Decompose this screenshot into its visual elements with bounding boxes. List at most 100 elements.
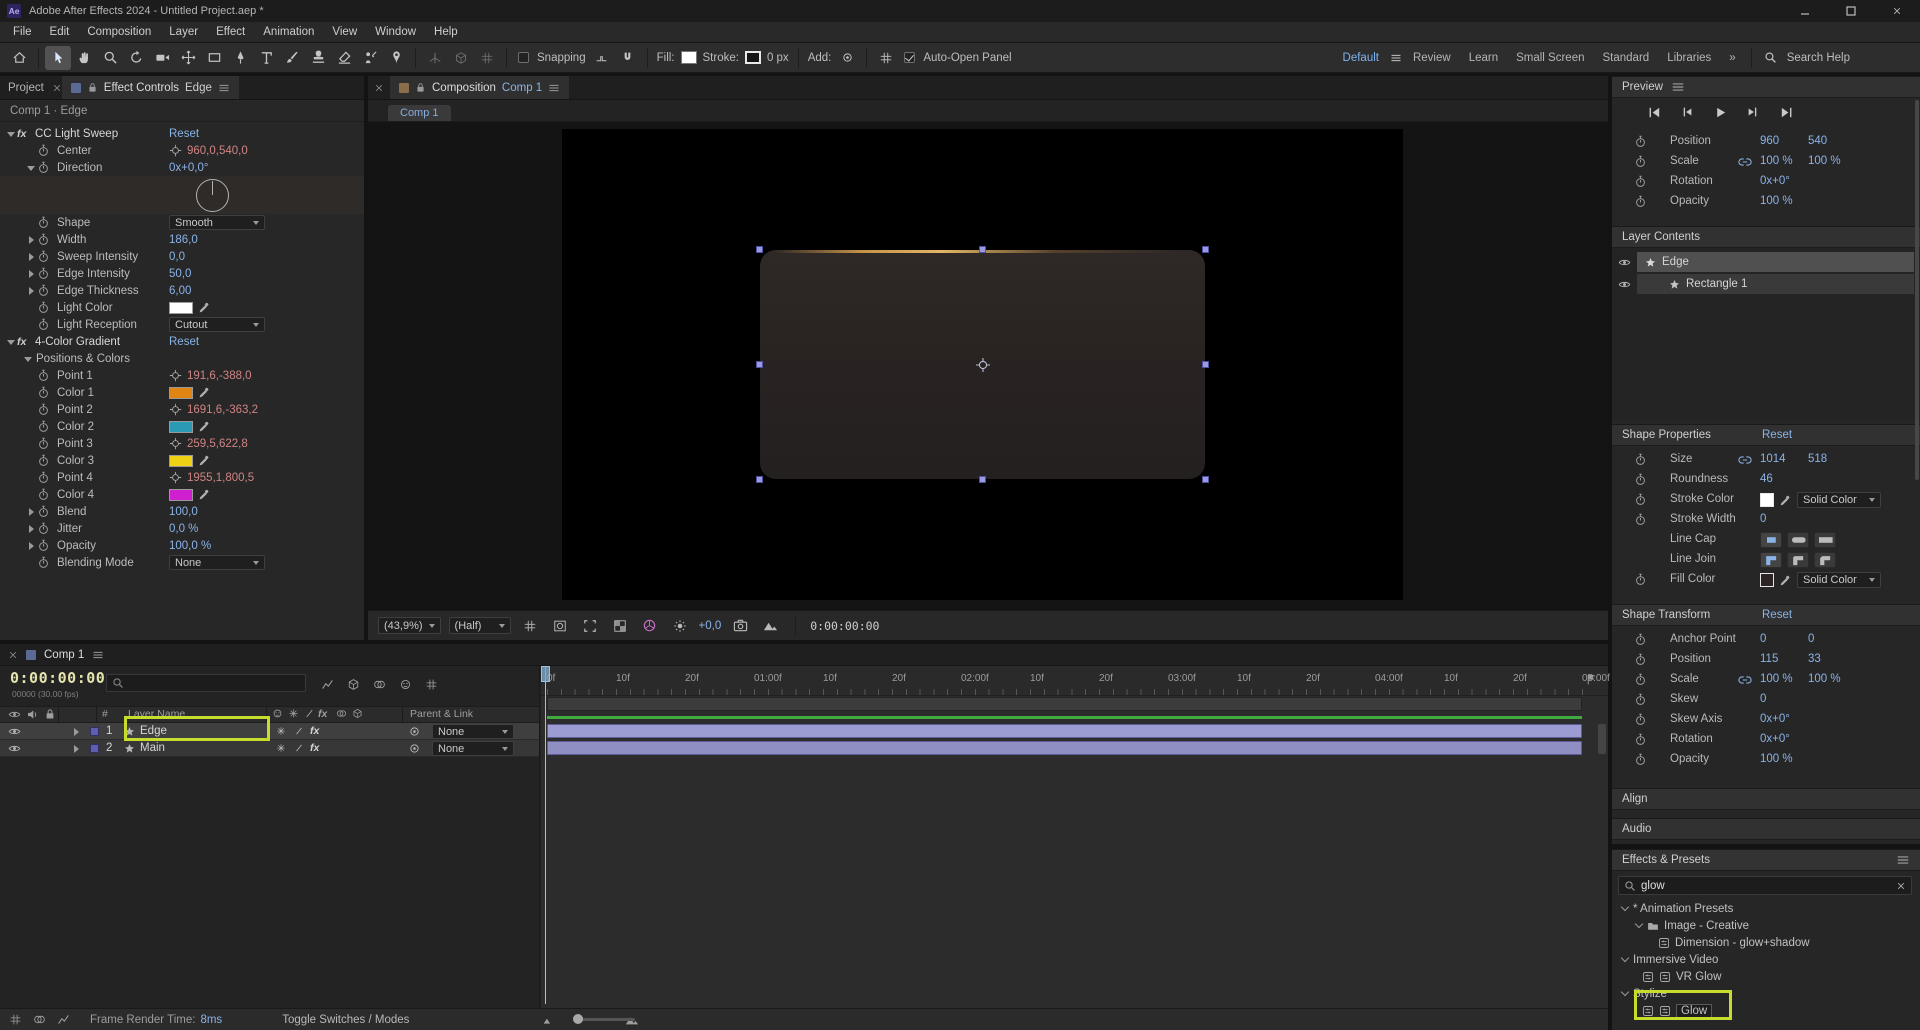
pen-tool[interactable] — [227, 46, 253, 70]
add-pickwhip-icon[interactable] — [834, 46, 860, 70]
property-row-light-reception[interactable]: Light Reception Cutout — [0, 316, 364, 333]
channel-color-management-icon[interactable] — [639, 616, 661, 636]
zoom-out-mountains-icon[interactable] — [539, 1012, 557, 1028]
stroke-color-swatch[interactable] — [1760, 493, 1774, 507]
stopwatch-icon[interactable] — [37, 386, 50, 399]
layer-bar-edge[interactable] — [547, 724, 1582, 738]
timeline-search-input[interactable] — [106, 674, 306, 692]
first-frame-button[interactable] — [1642, 102, 1666, 122]
parent-link-column-header[interactable]: Parent & Link — [410, 708, 473, 720]
properties-row-scale[interactable]: Scale 100 % 100 % — [1612, 152, 1920, 172]
properties-row-position[interactable]: Position 960 540 — [1612, 132, 1920, 152]
grid-guides-icon[interactable] — [519, 616, 541, 636]
stopwatch-icon[interactable] — [1634, 195, 1647, 208]
twirl-down-icon[interactable] — [25, 162, 37, 174]
twirl-down-icon[interactable] — [22, 353, 34, 365]
mask-visibility-icon[interactable] — [549, 616, 571, 636]
timeline-track-area[interactable]: 0f 10f 20f 01:00f 10f 20f 02:00f 10f 20f 03:00f 10… — [541, 666, 1610, 1008]
stopwatch-icon[interactable] — [37, 454, 50, 467]
roto-brush-tool[interactable] — [357, 46, 383, 70]
property-row-center[interactable]: Center 960,0,540,0 — [0, 142, 364, 159]
workspace-libraries[interactable]: Libraries — [1667, 52, 1711, 64]
stroke-width-value[interactable]: 0 px — [767, 52, 789, 64]
current-time-display[interactable]: 0:00:00:00 — [10, 669, 105, 687]
maximize-button[interactable] — [1828, 0, 1874, 22]
layer-bar-main[interactable] — [547, 741, 1582, 755]
line-join-bevel-button[interactable] — [1814, 552, 1836, 568]
layer-color-chip[interactable] — [90, 744, 99, 753]
stopwatch-icon[interactable] — [37, 437, 50, 450]
twirl-right-icon[interactable] — [25, 268, 37, 280]
eye-icon[interactable] — [8, 742, 21, 755]
search-help-input[interactable]: Search Help — [1787, 52, 1850, 64]
stopwatch-icon[interactable] — [37, 318, 50, 331]
handle-bottom-left[interactable] — [756, 476, 763, 483]
home-tool[interactable] — [6, 46, 32, 70]
draft-3d-icon[interactable] — [344, 676, 362, 692]
previous-frame-button[interactable] — [1675, 102, 1699, 122]
crosshair-icon[interactable] — [169, 369, 182, 382]
workspace-small-screen[interactable]: Small Screen — [1516, 52, 1584, 64]
zoom-slider-handle[interactable] — [573, 1014, 583, 1024]
stopwatch-icon[interactable] — [37, 301, 50, 314]
properties-row-rotation[interactable]: Rotation 0x+0° — [1612, 172, 1920, 192]
transparency-grid-icon[interactable] — [609, 616, 631, 636]
expand-transfer-controls-icon[interactable] — [30, 1012, 48, 1028]
stopwatch-icon[interactable] — [37, 488, 50, 501]
stopwatch-icon[interactable] — [1634, 693, 1647, 706]
stopwatch-icon[interactable] — [37, 522, 50, 535]
local-axis-mode-icon[interactable] — [422, 46, 448, 70]
property-row-color-1[interactable]: Color 1 — [0, 384, 364, 401]
effect-header-cc-light-sweep[interactable]: fx CC Light Sweep Reset — [0, 125, 364, 142]
collapse-switch-icon[interactable] — [276, 726, 286, 736]
effect-group-immersive-video[interactable]: Immersive Video — [1612, 951, 1920, 968]
clear-search-icon[interactable] — [1896, 881, 1906, 891]
stopwatch-icon[interactable] — [1634, 753, 1647, 766]
property-row-point-3[interactable]: Point 3 259,5,622,8 — [0, 435, 364, 452]
composition-viewer[interactable] — [368, 122, 1608, 610]
quality-switch-icon[interactable] — [294, 743, 304, 753]
stopwatch-icon[interactable] — [37, 556, 50, 569]
light-color-swatch[interactable] — [169, 301, 193, 314]
menu-effect[interactable]: Effect — [207, 22, 254, 42]
shape-row-fill-color[interactable]: Fill Color Solid Color — [1612, 570, 1920, 590]
stopwatch-icon[interactable] — [1634, 473, 1647, 486]
stopwatch-icon[interactable] — [37, 505, 50, 518]
eyedropper-icon[interactable] — [1779, 494, 1792, 507]
type-tool[interactable] — [253, 46, 279, 70]
color-1-swatch[interactable] — [169, 386, 193, 399]
eye-icon[interactable] — [1618, 256, 1631, 269]
transform-row-rotation[interactable]: Rotation 0x+0° — [1612, 730, 1920, 750]
stopwatch-icon[interactable] — [37, 267, 50, 280]
handle-top-center[interactable] — [978, 246, 986, 253]
preset-folder-image-creative[interactable]: Image - Creative — [1612, 917, 1920, 934]
align-panel-header[interactable]: Align — [1612, 788, 1920, 810]
fx-icon[interactable]: fx — [17, 336, 33, 348]
twirl-right-icon[interactable] — [70, 743, 82, 755]
workspace-learn[interactable]: Learn — [1469, 52, 1498, 64]
motion-blur-icon[interactable] — [396, 676, 414, 692]
panel-menu-icon[interactable] — [1671, 80, 1685, 94]
line-join-miter-button[interactable] — [1760, 552, 1782, 568]
stopwatch-icon[interactable] — [37, 144, 50, 157]
effects-presets-header[interactable]: Effects & Presets — [1612, 849, 1920, 871]
stopwatch-icon[interactable] — [1634, 633, 1647, 646]
stopwatch-icon[interactable] — [1634, 653, 1647, 666]
puppet-pin-tool[interactable] — [383, 46, 409, 70]
lock-icon[interactable] — [87, 82, 98, 93]
collapse-switch-icon[interactable] — [276, 743, 286, 753]
region-of-interest-icon[interactable] — [579, 616, 601, 636]
last-frame-button[interactable] — [1774, 102, 1798, 122]
shape-row-roundness[interactable]: Roundness 46 — [1612, 470, 1920, 490]
chevron-down-icon[interactable] — [1634, 919, 1644, 929]
shape-row-size[interactable]: Size 1014 518 — [1612, 450, 1920, 470]
workspace-review[interactable]: Review — [1413, 52, 1451, 64]
close-icon[interactable] — [52, 83, 62, 93]
rotation-tool[interactable] — [123, 46, 149, 70]
layer-contents-item-rectangle1[interactable]: Rectangle 1 — [1612, 274, 1920, 294]
stopwatch-icon[interactable] — [37, 369, 50, 382]
stopwatch-icon[interactable] — [37, 250, 50, 263]
layer-color-chip[interactable] — [90, 727, 99, 736]
workspace-overflow[interactable]: » — [1729, 52, 1735, 64]
twirl-right-icon[interactable] — [25, 251, 37, 263]
